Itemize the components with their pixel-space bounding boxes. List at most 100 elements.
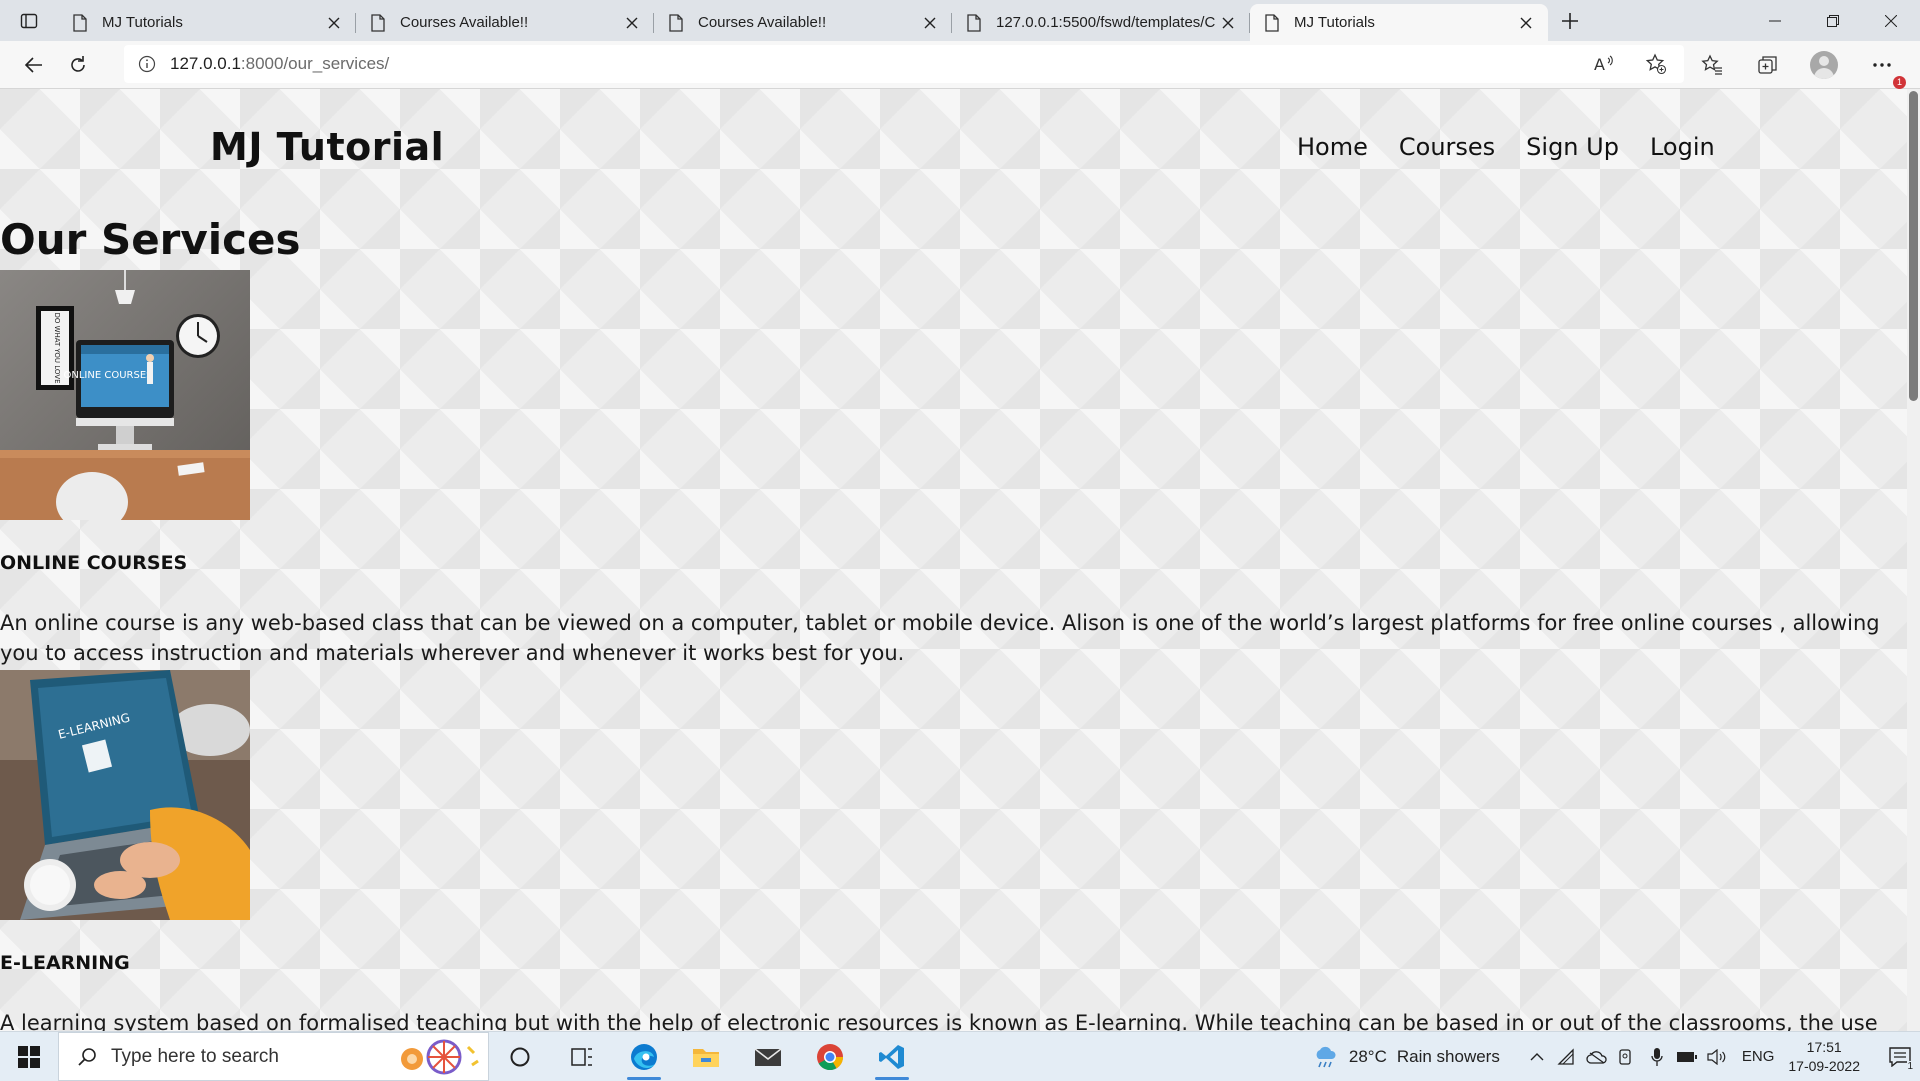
close-tab-icon[interactable] bbox=[920, 13, 940, 33]
browser-tab[interactable]: 127.0.0.1:5500/fswd/templates/C bbox=[952, 4, 1250, 41]
input-language[interactable]: ENG bbox=[1742, 1048, 1775, 1065]
vscode-app-button[interactable] bbox=[861, 1032, 923, 1081]
browser-tab[interactable]: MJ Tutorials bbox=[58, 4, 356, 41]
weather-widget[interactable]: 28°C Rain showers bbox=[1313, 1045, 1500, 1069]
nav-home-link[interactable]: Home bbox=[1297, 133, 1368, 161]
page-icon bbox=[1265, 13, 1279, 32]
page-icon bbox=[371, 13, 385, 32]
profile-button[interactable] bbox=[1802, 45, 1846, 85]
windows-taskbar: Type here to search 28°C Rain showers EN… bbox=[0, 1031, 1920, 1081]
start-button[interactable] bbox=[0, 1032, 58, 1081]
edge-icon bbox=[631, 1043, 657, 1070]
back-button[interactable] bbox=[12, 45, 56, 85]
notification-center-button[interactable]: 1 bbox=[1880, 1032, 1920, 1081]
close-icon bbox=[1885, 14, 1897, 27]
read-aloud-button[interactable]: A bbox=[1582, 44, 1626, 84]
search-icon bbox=[78, 1047, 96, 1066]
system-tray: 28°C Rain showers ENG 17:51 17-09-2022 1 bbox=[1313, 1032, 1920, 1081]
tab-title: MJ Tutorials bbox=[1294, 14, 1375, 31]
poster-text: DO WHAT YOU LOVE bbox=[53, 312, 61, 383]
restore-button[interactable] bbox=[1804, 0, 1862, 41]
refresh-icon bbox=[71, 55, 85, 72]
cortana-button[interactable] bbox=[489, 1032, 551, 1081]
tab-title: Courses Available!! bbox=[698, 14, 827, 31]
page-icon bbox=[73, 13, 87, 32]
mail-app-button[interactable] bbox=[737, 1032, 799, 1081]
settings-menu-button[interactable]: 1 bbox=[1860, 45, 1906, 89]
minimize-button[interactable] bbox=[1746, 0, 1804, 41]
collections-button[interactable] bbox=[1746, 45, 1790, 85]
network-icon[interactable] bbox=[1552, 1047, 1582, 1066]
mail-icon bbox=[754, 1047, 782, 1066]
volume-icon[interactable] bbox=[1702, 1048, 1732, 1065]
browser-tab-active[interactable]: MJ Tutorials bbox=[1250, 4, 1548, 41]
browser-tab[interactable]: Courses Available!! bbox=[356, 4, 654, 41]
tab-title: MJ Tutorials bbox=[102, 14, 183, 31]
browser-toolbar: 127.0.0.1:8000/our_services/ A 1 bbox=[0, 41, 1920, 89]
weather-temp: 28°C bbox=[1348, 1046, 1387, 1066]
favorites-button[interactable] bbox=[1690, 45, 1734, 85]
rain-cloud-icon bbox=[1316, 1046, 1336, 1067]
notification-count: 1 bbox=[1907, 1061, 1913, 1072]
taskbar-search-box[interactable]: Type here to search bbox=[58, 1032, 489, 1081]
taskbar-clock[interactable]: 17:51 17-09-2022 bbox=[1788, 1038, 1860, 1076]
back-arrow-icon bbox=[24, 56, 42, 73]
more-dots-icon bbox=[1873, 62, 1891, 67]
tab-actions-icon bbox=[20, 13, 38, 28]
tab-actions-button[interactable] bbox=[0, 0, 58, 41]
weather-condition: Rain showers bbox=[1396, 1046, 1500, 1066]
page-scrollbar[interactable] bbox=[1907, 89, 1920, 1031]
service-description-e-learning: A learning system based on formalised te… bbox=[0, 1011, 1878, 1031]
search-highlight-icon bbox=[401, 1039, 479, 1074]
star-add-icon bbox=[1645, 53, 1667, 75]
nav-signup-link[interactable]: Sign Up bbox=[1526, 133, 1619, 161]
nav-courses-link[interactable]: Courses bbox=[1399, 133, 1495, 161]
scrollbar-thumb[interactable] bbox=[1909, 91, 1918, 401]
page-icon bbox=[967, 13, 981, 32]
minimize-icon bbox=[1769, 20, 1781, 21]
windows-logo-icon bbox=[18, 1045, 40, 1068]
avatar bbox=[1810, 50, 1838, 79]
read-aloud-icon: A bbox=[1594, 55, 1613, 74]
menu-badge: 1 bbox=[1893, 75, 1906, 89]
cortana-circle-icon bbox=[510, 1047, 530, 1066]
url-path: :8000/our_services/ bbox=[240, 54, 390, 73]
battery-icon[interactable] bbox=[1672, 1051, 1702, 1063]
site-info-icon[interactable] bbox=[124, 55, 170, 73]
svg-text:A: A bbox=[1594, 55, 1605, 74]
browser-tab-strip: MJ Tutorials Courses Available!! Courses… bbox=[0, 0, 1920, 41]
close-window-button[interactable] bbox=[1862, 0, 1920, 41]
add-favorite-button[interactable] bbox=[1634, 44, 1678, 84]
url-host: 127.0.0.1 bbox=[170, 54, 241, 73]
chrome-icon bbox=[817, 1043, 844, 1070]
onedrive-icon[interactable] bbox=[1582, 1050, 1612, 1064]
refresh-button[interactable] bbox=[56, 45, 100, 85]
task-view-button[interactable] bbox=[551, 1032, 613, 1081]
service-heading-e-learning: E-LEARNING bbox=[0, 952, 130, 974]
address-bar[interactable]: 127.0.0.1:8000/our_services/ A bbox=[124, 45, 1684, 83]
clock-date: 17-09-2022 bbox=[1788, 1057, 1860, 1074]
file-explorer-button[interactable] bbox=[675, 1032, 737, 1081]
browser-tab[interactable]: Courses Available!! bbox=[654, 4, 952, 41]
chevron-up-icon bbox=[1530, 1052, 1544, 1060]
chrome-app-button[interactable] bbox=[799, 1032, 861, 1081]
close-tab-icon[interactable] bbox=[324, 13, 344, 33]
nav-login-link[interactable]: Login bbox=[1650, 133, 1715, 161]
site-logo[interactable]: MJ Tutorial bbox=[210, 125, 444, 169]
favorites-icon bbox=[1701, 53, 1722, 75]
microphone-icon[interactable] bbox=[1642, 1047, 1672, 1067]
service-description-online-courses: An online course is any web-based class … bbox=[0, 611, 1880, 665]
e-learning-image: E-LEARNING bbox=[0, 670, 250, 920]
edge-app-button[interactable] bbox=[613, 1032, 675, 1081]
close-tab-icon[interactable] bbox=[1218, 13, 1238, 33]
url-text[interactable]: 127.0.0.1:8000/our_services/ bbox=[170, 54, 389, 74]
page-viewport: MJ Tutorial Home Courses Sign Up Login O… bbox=[0, 89, 1907, 1031]
page-title: Our Services bbox=[0, 215, 301, 264]
close-tab-icon[interactable] bbox=[1516, 13, 1536, 33]
new-tab-button[interactable] bbox=[1548, 0, 1592, 41]
meet-now-icon[interactable] bbox=[1612, 1048, 1642, 1066]
close-tab-icon[interactable] bbox=[622, 13, 642, 33]
tab-title: Courses Available!! bbox=[400, 14, 529, 31]
show-hidden-icons-button[interactable] bbox=[1522, 1052, 1552, 1062]
collections-icon bbox=[1758, 55, 1777, 74]
